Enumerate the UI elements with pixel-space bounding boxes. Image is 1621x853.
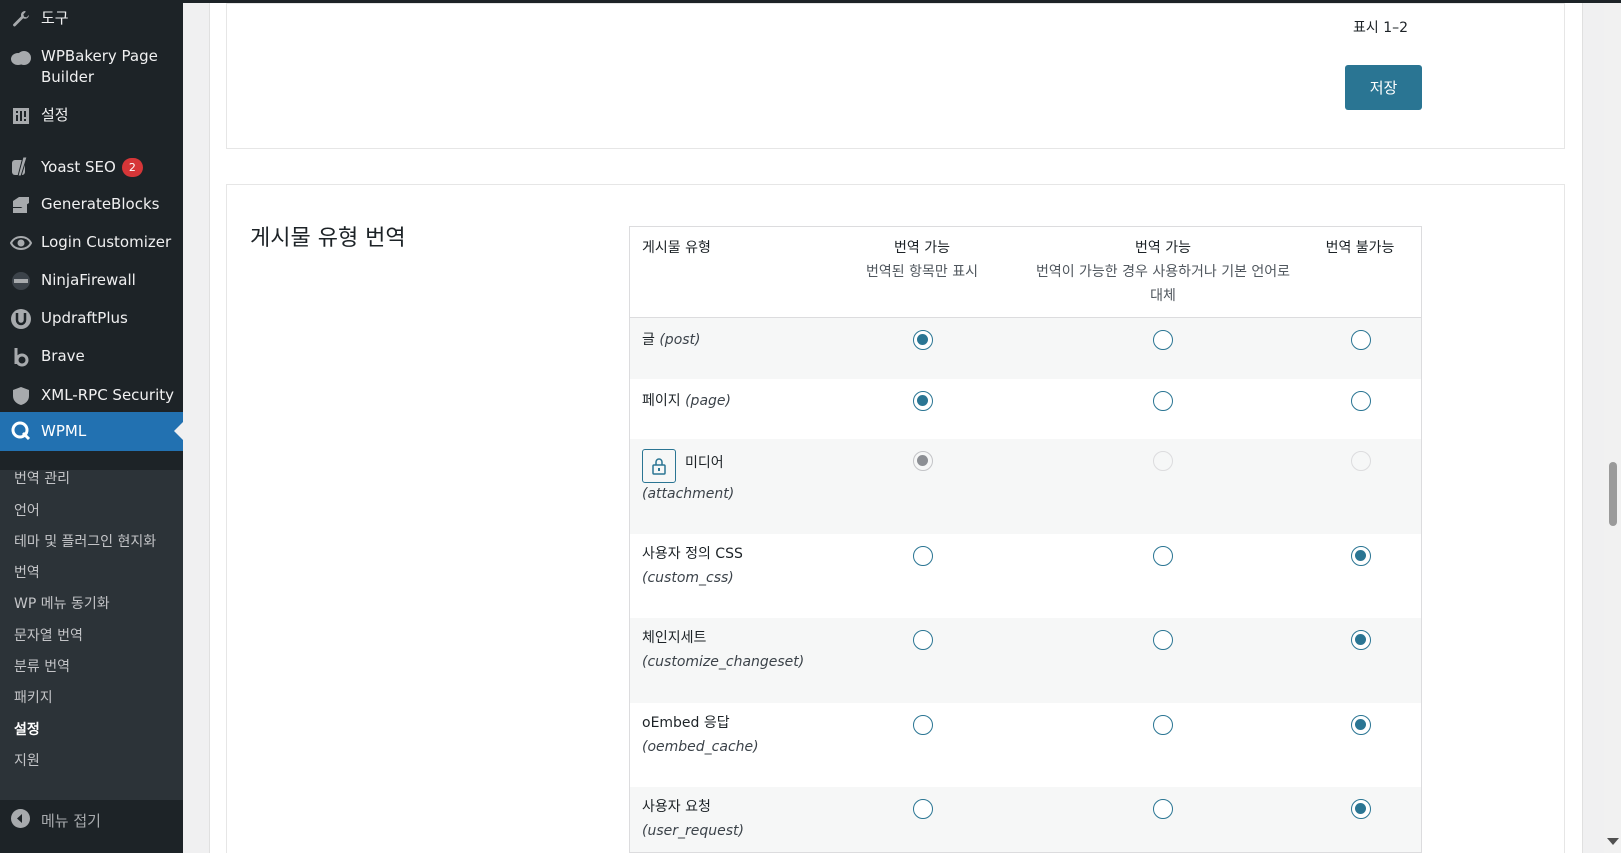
lock-icon[interactable] (642, 449, 676, 483)
table-row: oEmbed 응답 (oembed_cache) (630, 703, 1421, 787)
header-post-type: 게시물 유형 (642, 240, 711, 256)
radio-translatable-only[interactable] (913, 330, 933, 350)
updraft-icon (9, 307, 33, 331)
radio-translatable-fallback[interactable] (1153, 391, 1173, 411)
table-row: 사용자 요청 (user_request) (630, 787, 1421, 852)
scroll-down-arrow[interactable] (1607, 838, 1619, 845)
radio-translatable-fallback (1153, 451, 1173, 471)
scrollbar-thumb[interactable] (1609, 462, 1617, 526)
radio-not-translatable[interactable] (1351, 799, 1371, 819)
post-type-table: 게시물 유형 번역 가능 번역된 항목만 표시 번역 가능 번역이 가능한 경우… (629, 226, 1422, 853)
row-label: 페이지 (page) (642, 393, 731, 409)
cloud-icon (9, 46, 33, 70)
sidebar-item-updraftplus[interactable]: UpdraftPlus (0, 307, 183, 337)
submenu-taxonomy-translation[interactable]: 분류 번역 (14, 658, 70, 676)
radio-translatable-fallback[interactable] (1153, 546, 1173, 566)
sidebar-item-wpml[interactable]: WPML (0, 412, 183, 451)
radio-translatable-only[interactable] (913, 546, 933, 566)
radio-translatable-only[interactable] (913, 630, 933, 650)
row-name: 체인지세트 (642, 630, 707, 646)
sidebar-item-ninjafirewall[interactable]: NinjaFirewall (0, 269, 183, 299)
wrench-icon (9, 7, 33, 31)
generateblocks-icon (9, 193, 33, 217)
current-menu-arrow (174, 422, 183, 440)
admin-sidebar: 도구 WPBakery Page Builder 설정 Yoast SEO 2 G… (0, 0, 183, 853)
section-title: 게시물 유형 번역 (250, 226, 406, 251)
header-translatable-only: 번역 가능 번역된 항목만 표시 (866, 240, 978, 280)
shield-icon (9, 384, 33, 408)
sidebar-item-brave[interactable]: Brave (0, 345, 183, 375)
save-button[interactable]: 저장 (1345, 65, 1422, 110)
radio-translatable-only[interactable] (913, 715, 933, 735)
submenu-translations[interactable]: 번역 (14, 564, 40, 582)
sidebar-item-tools[interactable]: 도구 (0, 7, 183, 42)
submenu-languages[interactable]: 언어 (14, 502, 40, 520)
radio-not-translatable (1351, 451, 1371, 471)
submenu-support[interactable]: 지원 (14, 752, 40, 770)
row-slug: (customize_changeset) (642, 654, 805, 670)
submenu-string-translation[interactable]: 문자열 번역 (14, 627, 83, 645)
page-scrollbar[interactable] (1604, 3, 1621, 853)
header-translatable-fallback: 번역 가능 번역이 가능한 경우 사용하거나 기본 언어로 대체 (1035, 240, 1291, 304)
wpml-icon (9, 419, 33, 443)
table-row: 체인지세트 (customize_changeset) (630, 618, 1421, 703)
sidebar-item-generateblocks[interactable]: GenerateBlocks (0, 193, 183, 223)
submenu-settings[interactable]: 설정 (14, 721, 40, 739)
wpml-submenu: 번역 관리 언어 테마 및 플러그인 현지화 번역 WP 메뉴 동기화 문자열 … (0, 470, 183, 800)
radio-translatable-only[interactable] (913, 391, 933, 411)
submenu-packages[interactable]: 패키지 (14, 689, 53, 707)
showing-count: 표시 1–2 (1353, 20, 1409, 36)
table-row: 글 (post) (630, 318, 1421, 379)
table-row: 페이지 (page) (630, 379, 1421, 439)
table-row: 사용자 정의 CSS (custom_css) (630, 534, 1421, 618)
row-name: 사용자 요청 (642, 799, 711, 815)
submenu-theme-plugin-localization[interactable]: 테마 및 플러그인 현지화 (14, 533, 156, 551)
row-label: 글 (post) (642, 332, 701, 348)
radio-not-translatable[interactable] (1351, 715, 1371, 735)
radio-translatable-fallback[interactable] (1153, 630, 1173, 650)
yoast-label: Yoast SEO (41, 158, 116, 176)
sidebar-item-wpbakery[interactable]: WPBakery Page Builder (0, 46, 183, 94)
notification-badge: 2 (121, 158, 143, 177)
row-name: 사용자 정의 CSS (642, 546, 743, 562)
table-row: 미디어 (attachment) (630, 439, 1421, 534)
row-name: 미디어 (685, 455, 724, 471)
sidebar-item-login-customizer[interactable]: Login Customizer (0, 231, 183, 261)
radio-translatable-only[interactable] (913, 799, 933, 819)
row-slug: (attachment) (642, 486, 735, 502)
sidebar-item-settings[interactable]: 설정 (0, 104, 183, 134)
radio-translatable-fallback[interactable] (1153, 799, 1173, 819)
radio-not-translatable[interactable] (1351, 630, 1371, 650)
submenu-translation-management[interactable]: 번역 관리 (14, 470, 70, 488)
radio-not-translatable[interactable] (1351, 330, 1371, 350)
radio-translatable-fallback[interactable] (1153, 715, 1173, 735)
radio-translatable-only (913, 451, 933, 471)
collapse-icon (11, 809, 30, 828)
radio-not-translatable[interactable] (1351, 546, 1371, 566)
eye-icon (9, 231, 33, 255)
row-slug: (user_request) (642, 823, 744, 839)
yoast-icon (9, 155, 33, 179)
row-slug: (custom_css) (642, 570, 734, 586)
collapse-menu-button[interactable]: 메뉴 접기 (0, 802, 183, 853)
submenu-wp-menu-sync[interactable]: WP 메뉴 동기화 (14, 595, 110, 613)
header-not-translatable: 번역 불가능 (1325, 240, 1395, 256)
brave-icon (9, 345, 33, 369)
sidebar-item-xmlrpc-security[interactable]: XML-RPC Security (0, 384, 183, 414)
settings-icon (9, 104, 33, 128)
row-name: oEmbed 응답 (642, 715, 730, 731)
sidebar-item-yoast[interactable]: Yoast SEO 2 (0, 155, 183, 185)
radio-translatable-fallback[interactable] (1153, 330, 1173, 350)
ninja-icon (9, 269, 33, 293)
radio-not-translatable[interactable] (1351, 391, 1371, 411)
row-slug: (oembed_cache) (642, 739, 759, 755)
